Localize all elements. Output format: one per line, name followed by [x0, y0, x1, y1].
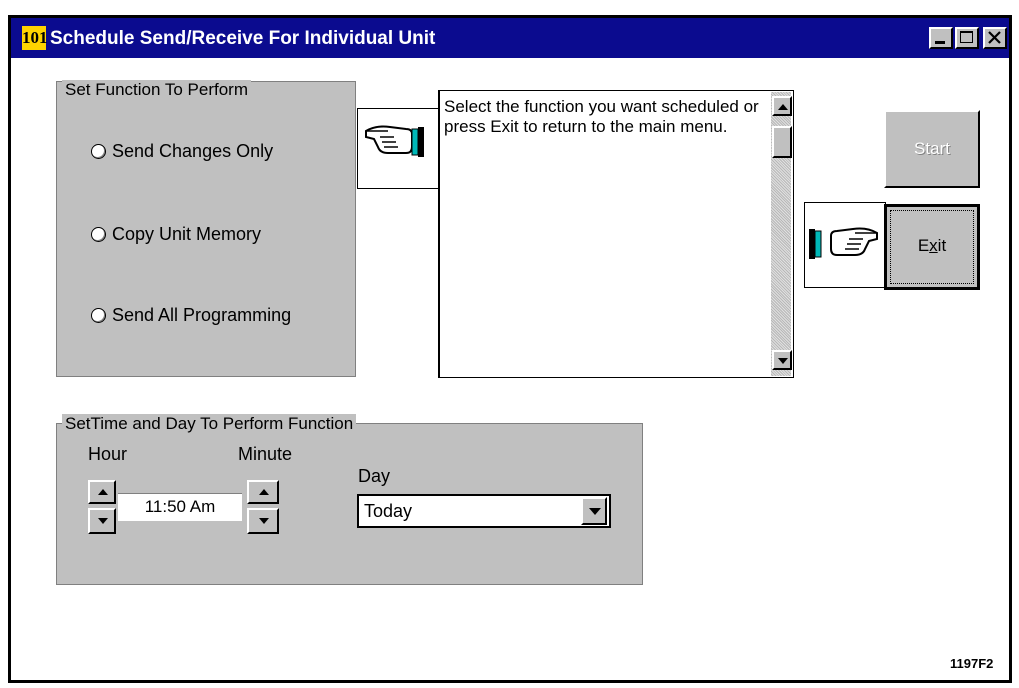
radio-label: Send Changes Only [112, 141, 274, 161]
time-field[interactable]: 11:50 Am [118, 493, 242, 521]
start-button[interactable]: Start [884, 110, 980, 188]
minute-down-button[interactable] [247, 508, 279, 534]
exit-label-mnemonic: x [929, 236, 938, 255]
minute-up-button[interactable] [247, 480, 279, 504]
scroll-down-button[interactable] [772, 350, 792, 370]
down-arrow-icon [98, 518, 108, 524]
radio-send-changes-only[interactable]: Send Changes Only [91, 141, 273, 162]
day-dropdown-button[interactable] [581, 497, 607, 525]
maximize-button[interactable] [955, 27, 979, 49]
window-title: Schedule Send/Receive For Individual Uni… [50, 28, 436, 49]
pointing-hand-icon [365, 125, 424, 157]
radio-label: Copy Unit Memory [112, 224, 262, 244]
up-arrow-icon [778, 104, 788, 110]
figure-code: 1197F2 [950, 656, 994, 671]
right-pointer-box [804, 202, 886, 288]
radio-send-all-programming[interactable]: Send All Programming [91, 305, 291, 326]
scroll-up-button[interactable] [772, 96, 792, 116]
minute-label: Minute [238, 444, 293, 464]
radio-copy-unit-memory[interactable]: Copy Unit Memory [91, 224, 261, 245]
hour-label: Hour [88, 444, 128, 464]
message-text: Select the function you want scheduled o… [444, 97, 759, 136]
time-day-group-legend: SetTime and Day To Perform Function [62, 414, 357, 434]
hour-up-button[interactable] [88, 480, 116, 504]
minimize-icon [935, 41, 945, 44]
day-select-value: Today [364, 501, 413, 521]
radio-label: Send All Programming [112, 305, 292, 325]
left-pointer-box [357, 108, 439, 189]
app-icon: 101 [22, 26, 48, 50]
minimize-button[interactable] [929, 27, 953, 49]
radio-button[interactable] [91, 227, 106, 242]
close-button[interactable] [983, 27, 1007, 49]
exit-label-rest: it [937, 236, 947, 255]
exit-label-e: E [917, 236, 930, 255]
day-label: Day [358, 466, 391, 486]
pointing-hand-icon [809, 227, 878, 259]
maximize-icon [960, 31, 973, 43]
exit-focus-rect: Exit [890, 210, 974, 284]
up-arrow-icon [259, 489, 269, 495]
up-arrow-icon [98, 489, 108, 495]
down-arrow-icon [778, 358, 788, 364]
close-icon [988, 31, 1001, 44]
radio-button[interactable] [91, 144, 106, 159]
hour-down-button[interactable] [88, 508, 116, 534]
exit-button[interactable]: Exit [884, 204, 980, 290]
radio-button[interactable] [91, 308, 106, 323]
scroll-thumb[interactable] [772, 126, 792, 158]
down-arrow-icon [259, 518, 269, 524]
chevron-down-icon [589, 508, 601, 515]
function-group-legend: Set Function To Perform [62, 80, 251, 100]
